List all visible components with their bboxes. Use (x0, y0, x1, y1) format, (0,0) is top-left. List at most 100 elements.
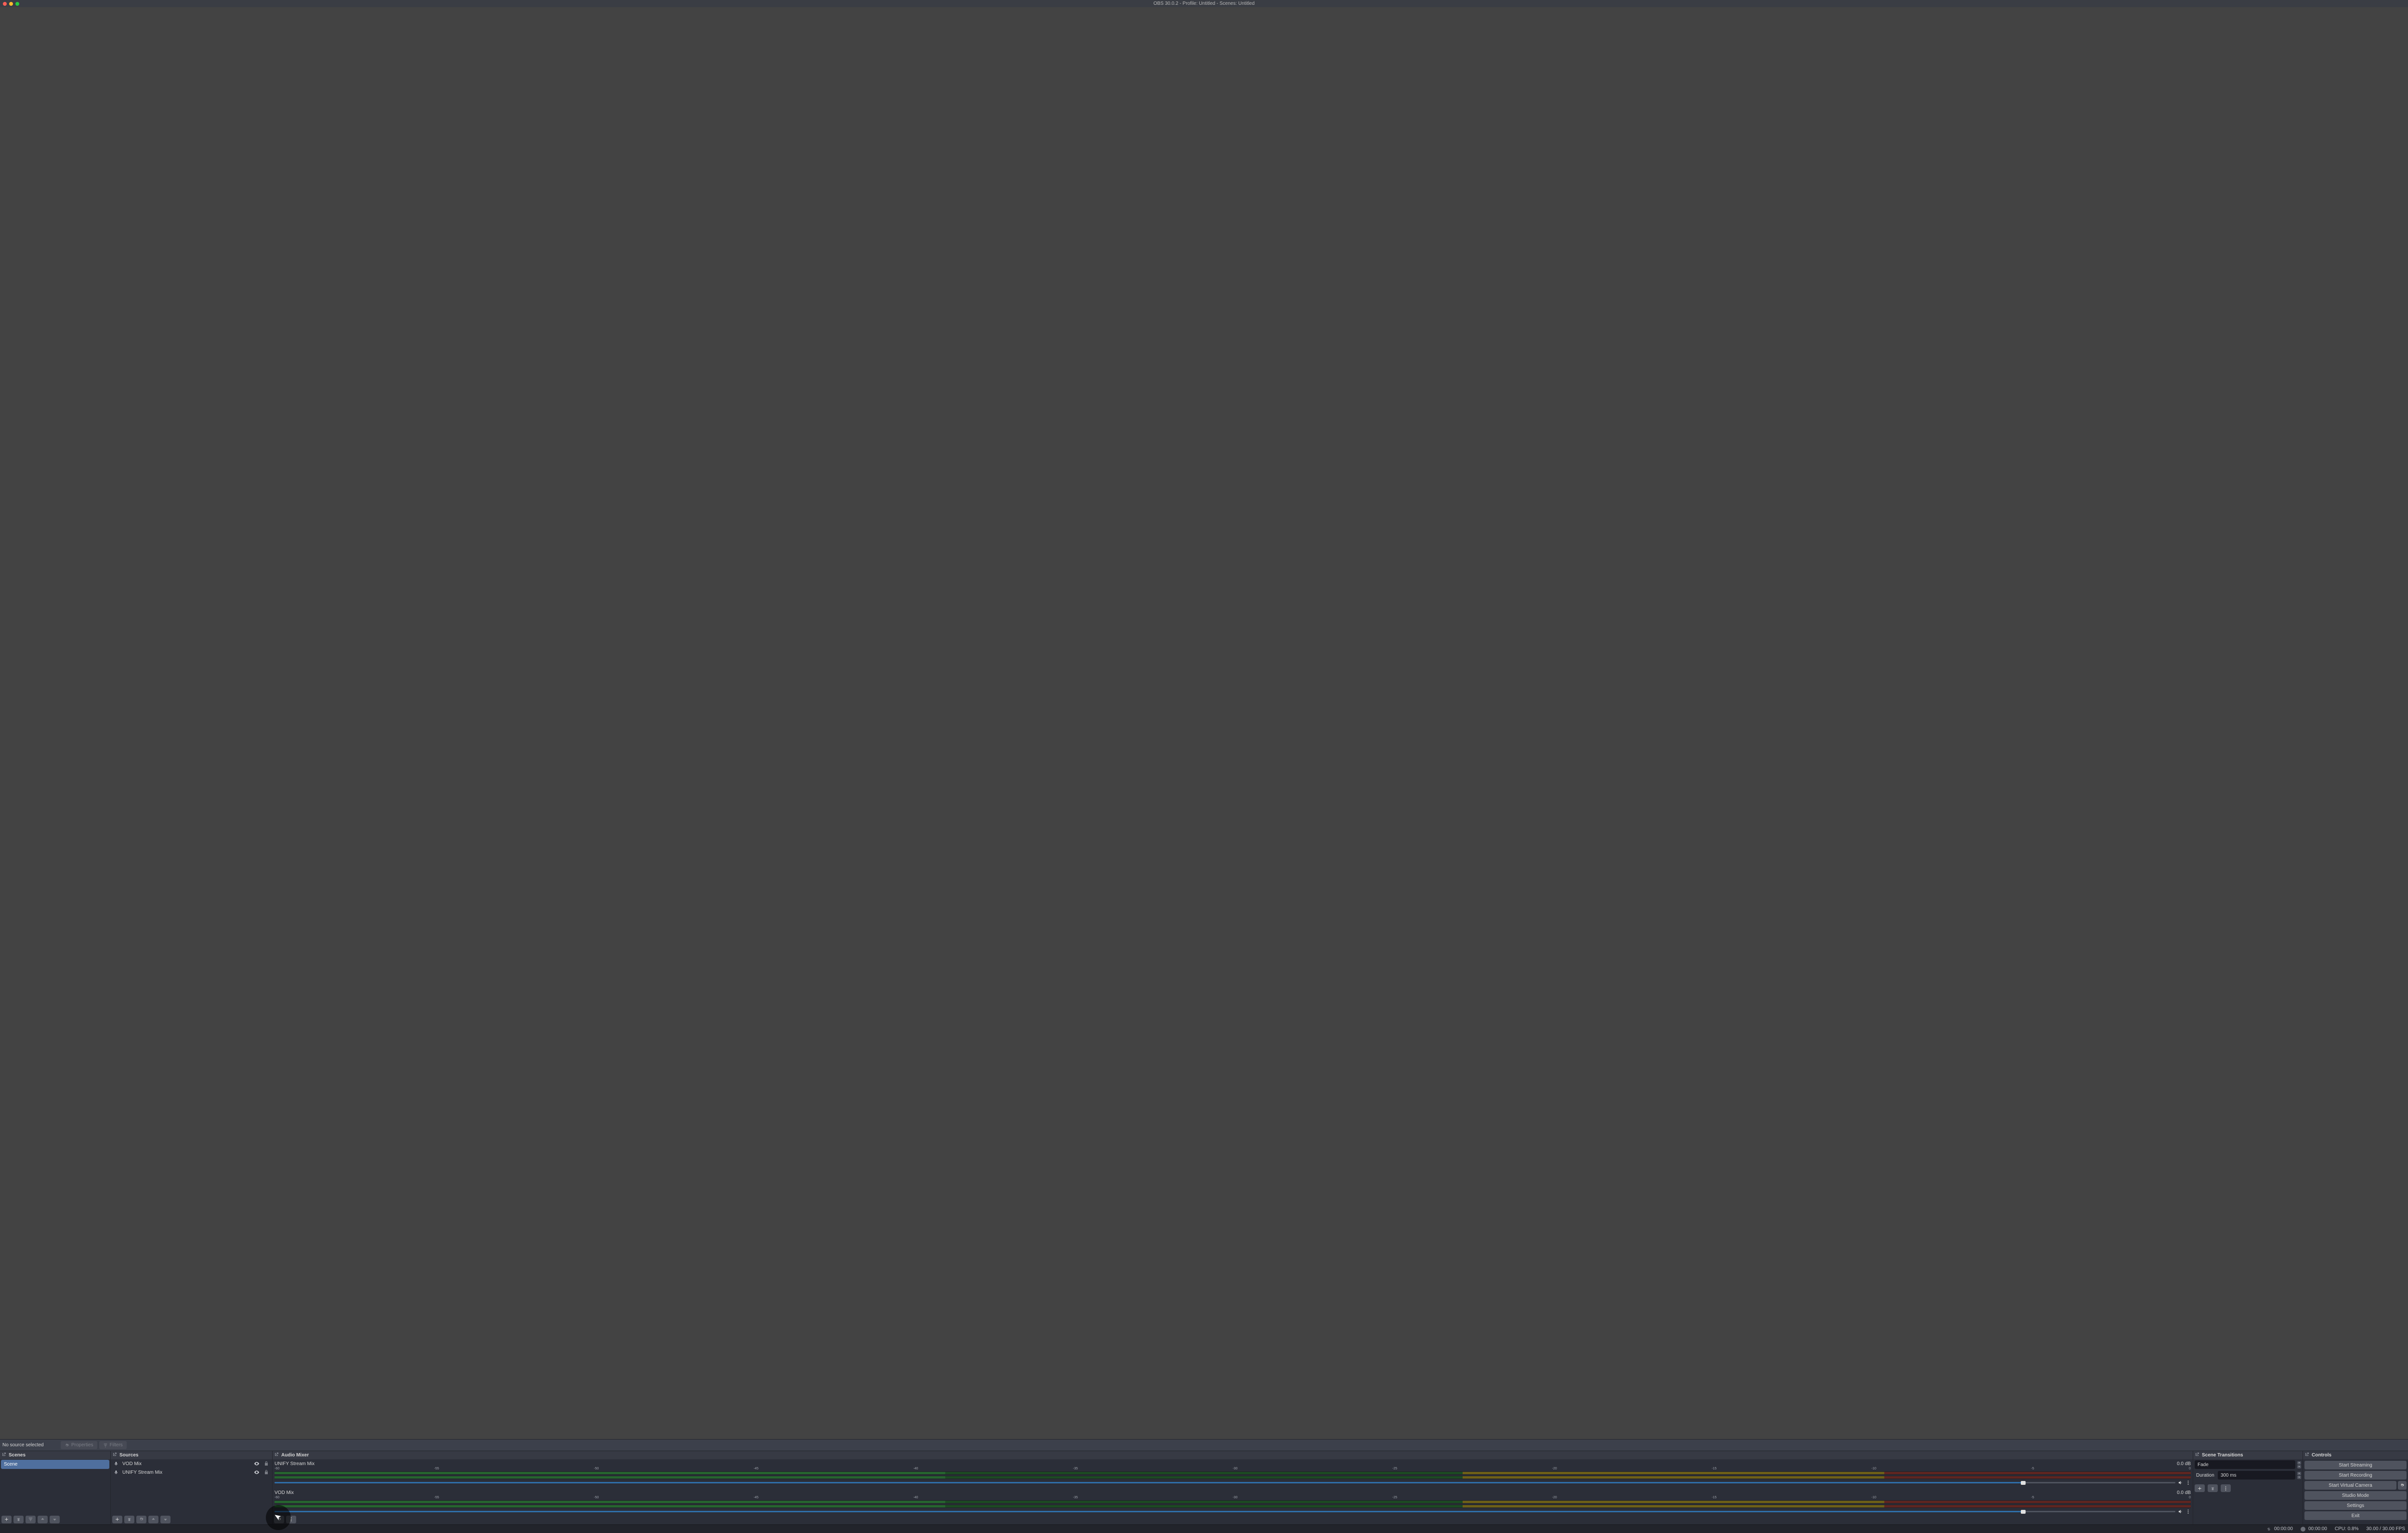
popout-icon[interactable] (2195, 1452, 2199, 1458)
window-close-button[interactable] (3, 2, 7, 6)
audio-channel-level: 0.0 dB (2177, 1461, 2191, 1467)
lock-toggle-icon[interactable] (263, 1469, 269, 1475)
record-dot-icon (2301, 1527, 2305, 1532)
exit-button[interactable]: Exit (2304, 1511, 2407, 1520)
volume-slider[interactable] (275, 1482, 2175, 1483)
no-source-label: No source selected (2, 1442, 47, 1448)
window-maximize-button[interactable] (15, 2, 19, 6)
volume-handle[interactable] (2021, 1510, 2026, 1514)
rec-status: 00:00:00 (2301, 1526, 2327, 1532)
visibility-toggle-icon[interactable] (254, 1469, 260, 1475)
popout-icon[interactable] (274, 1452, 279, 1458)
audio-meter (275, 1476, 2191, 1479)
source-toolbar: No source selected Properties Filters (0, 1439, 2408, 1451)
sources-dock: Sources VOD Mix UNIFY Stream Mix (111, 1451, 273, 1524)
window-title: OBS 30.0.2 - Profile: Untitled - Scenes:… (1153, 1, 1255, 6)
audio-menu-button[interactable] (286, 1516, 296, 1523)
audio-settings-button[interactable] (274, 1516, 284, 1523)
audio-channel-level: 0.0 dB (2177, 1490, 2191, 1495)
move-source-down-button[interactable] (160, 1516, 170, 1523)
settings-button[interactable]: Settings (2304, 1501, 2407, 1510)
duration-stepper[interactable] (2297, 1472, 2301, 1479)
audio-ticks: -60-55-50-45-40-35-30-25-20-15-10-50 (275, 1496, 2191, 1499)
audio-menu-icon[interactable] (2186, 1480, 2191, 1485)
transition-value: Fade (2198, 1462, 2209, 1467)
transition-stepper[interactable] (2297, 1461, 2301, 1468)
source-row[interactable]: UNIFY Stream Mix (111, 1468, 272, 1477)
add-scene-button[interactable] (1, 1516, 12, 1523)
start-streaming-button[interactable]: Start Streaming (2304, 1461, 2407, 1469)
popout-icon[interactable] (2304, 1452, 2309, 1458)
audio-ticks: -60-55-50-45-40-35-30-25-20-15-10-50 (275, 1467, 2191, 1470)
remove-transition-button[interactable] (2208, 1484, 2218, 1492)
audio-channel: UNIFY Stream Mix 0.0 dB -60-55-50-45-40-… (273, 1459, 2193, 1488)
transition-select[interactable]: Fade (2195, 1460, 2295, 1469)
broadcast-icon (2266, 1527, 2271, 1532)
source-label: UNIFY Stream Mix (122, 1470, 250, 1475)
source-row[interactable]: VOD Mix (111, 1459, 272, 1468)
volume-handle[interactable] (2021, 1481, 2026, 1485)
live-status: 00:00:00 (2266, 1526, 2293, 1532)
scenes-title: Scenes (9, 1453, 26, 1458)
audio-mixer-title: Audio Mixer (281, 1453, 309, 1458)
duration-input[interactable]: 300 ms (2218, 1471, 2295, 1480)
lock-toggle-icon[interactable] (263, 1461, 269, 1467)
preview-canvas[interactable] (0, 7, 2408, 1439)
add-transition-button[interactable] (2195, 1484, 2205, 1492)
filters-label: Filters (110, 1442, 123, 1448)
audio-meter (275, 1471, 2191, 1475)
popout-icon[interactable] (112, 1452, 117, 1458)
audio-channel: VOD Mix 0.0 dB -60-55-50-45-40-35-30-25-… (273, 1488, 2193, 1514)
speaker-icon[interactable] (2178, 1509, 2183, 1514)
audio-menu-icon[interactable] (2186, 1509, 2191, 1514)
start-virtual-camera-button[interactable]: Start Virtual Camera (2304, 1481, 2396, 1490)
microphone-icon (114, 1461, 118, 1466)
duration-value: 300 ms (2221, 1473, 2237, 1478)
gear-icon (65, 1443, 69, 1448)
add-source-button[interactable] (112, 1516, 122, 1523)
source-label: VOD Mix (122, 1461, 250, 1467)
audio-channel-name: UNIFY Stream Mix (275, 1461, 314, 1467)
remove-source-button[interactable] (124, 1516, 134, 1523)
visibility-toggle-icon[interactable] (254, 1461, 260, 1467)
audio-channel-name: VOD Mix (275, 1490, 294, 1495)
preview-area[interactable] (0, 7, 2408, 1439)
move-source-up-button[interactable] (148, 1516, 158, 1523)
microphone-icon (114, 1470, 118, 1475)
rec-time: 00:00:00 (2308, 1526, 2327, 1532)
titlebar: OBS 30.0.2 - Profile: Untitled - Scenes:… (0, 0, 2408, 7)
window-minimize-button[interactable] (9, 2, 13, 6)
move-scene-down-button[interactable] (50, 1516, 60, 1523)
remove-scene-button[interactable] (13, 1516, 24, 1523)
speaker-icon[interactable] (2178, 1480, 2183, 1485)
controls-title: Controls (2312, 1453, 2331, 1458)
start-recording-button[interactable]: Start Recording (2304, 1471, 2407, 1480)
status-bar: 00:00:00 00:00:00 CPU: 0.8% 30.00 / 30.0… (0, 1524, 2408, 1533)
filters-button[interactable]: Filters (99, 1441, 127, 1449)
scene-transitions-title: Scene Transitions (2202, 1453, 2243, 1458)
live-time: 00:00:00 (2274, 1526, 2293, 1532)
transition-menu-button[interactable] (2221, 1484, 2231, 1492)
popout-icon[interactable] (1, 1452, 6, 1458)
virtual-camera-settings-button[interactable] (2398, 1481, 2407, 1490)
audio-mixer-dock: Audio Mixer UNIFY Stream Mix 0.0 dB -60-… (273, 1451, 2193, 1524)
filters-icon (103, 1443, 108, 1448)
scenes-dock: Scenes Scene (0, 1451, 111, 1524)
fps-status: 30.00 / 30.00 FPS (2366, 1526, 2405, 1532)
studio-mode-button[interactable]: Studio Mode (2304, 1491, 2407, 1500)
controls-dock: Controls Start Streaming Start Recording… (2303, 1451, 2408, 1524)
sources-title: Sources (119, 1453, 138, 1458)
scene-item-label: Scene (4, 1462, 17, 1467)
scene-item[interactable]: Scene (1, 1460, 109, 1469)
properties-label: Properties (71, 1442, 93, 1448)
duration-label: Duration (2195, 1473, 2216, 1478)
cpu-status: CPU: 0.8% (2335, 1526, 2358, 1532)
audio-meter (275, 1500, 2191, 1504)
source-properties-button[interactable] (136, 1516, 146, 1523)
move-scene-up-button[interactable] (38, 1516, 48, 1523)
properties-button[interactable]: Properties (61, 1441, 97, 1449)
scene-transitions-dock: Scene Transitions Fade Duration 300 ms (2193, 1451, 2303, 1524)
volume-slider[interactable] (275, 1511, 2175, 1512)
scene-filter-button[interactable] (26, 1516, 36, 1523)
audio-meter (275, 1505, 2191, 1508)
